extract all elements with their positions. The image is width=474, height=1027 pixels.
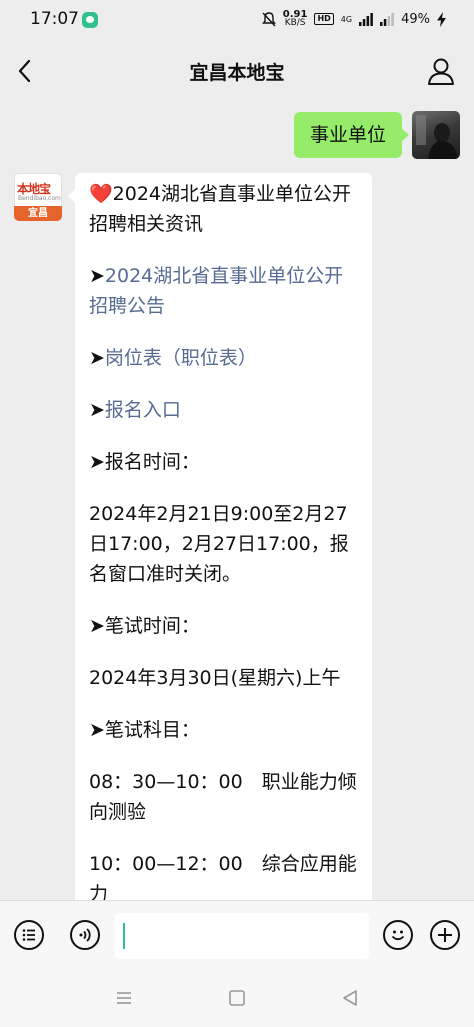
bell-muted-icon bbox=[261, 11, 276, 26]
signup-time-value: 2024年2月21日9:00至2月27日17:00，2月27日17:00，报名窗… bbox=[89, 503, 349, 585]
status-indicators: 0.91 KB/S HD 4G 49% bbox=[261, 10, 446, 28]
message-list[interactable]: 事业单位 本地宝 Bendibao.com 宜昌 ❤️2024湖北省直事业单位公… bbox=[0, 102, 474, 900]
incoming-message[interactable]: ❤️2024湖北省直事业单位公开招聘相关资讯 ➤2024湖北省直事业单位公开招聘… bbox=[68, 173, 372, 900]
plus-button[interactable] bbox=[430, 920, 460, 950]
message-input[interactable] bbox=[115, 913, 369, 959]
signup-time-label-text: 报名时间： bbox=[104, 451, 200, 473]
positions-link[interactable]: 岗位表（职位表） bbox=[105, 347, 257, 369]
status-bar: 17:07 0.91 KB/S HD 4G 49% bbox=[0, 0, 474, 40]
hd-badge: HD bbox=[314, 13, 334, 25]
subjects-label: ➤笔试科目： bbox=[89, 715, 360, 745]
outgoing-message[interactable]: 事业单位 bbox=[293, 112, 410, 158]
charging-icon bbox=[437, 11, 446, 27]
voice-button[interactable] bbox=[70, 920, 100, 950]
arrow-icon: ➤ bbox=[89, 265, 105, 287]
network-speed: 0.91 KB/S bbox=[283, 10, 308, 28]
wechat-notification-icon bbox=[82, 12, 98, 28]
user-avatar[interactable] bbox=[412, 111, 460, 159]
status-time: 17:07 bbox=[30, 9, 79, 29]
input-bar bbox=[0, 900, 474, 973]
menu-list-icon bbox=[22, 929, 35, 941]
subject-1: 08：30—10：00 职业能力倾向测验 bbox=[89, 771, 357, 823]
person-icon[interactable] bbox=[426, 56, 456, 86]
battery-percent: 49% bbox=[401, 11, 430, 27]
speed-unit: KB/S bbox=[284, 18, 306, 28]
plus-icon bbox=[438, 928, 452, 942]
subject-2: 10：00—12：00 综合应用能力 bbox=[89, 853, 357, 900]
exam-time-value: 2024年3月30日(星期六)上午 bbox=[89, 667, 341, 689]
emoji-button[interactable] bbox=[383, 920, 413, 950]
arrow-icon: ➤ bbox=[89, 451, 105, 473]
signal-2-icon bbox=[380, 12, 394, 26]
exam-time-label-text: 笔试时间： bbox=[104, 615, 200, 637]
text-caret bbox=[123, 923, 125, 949]
heart-icon: ❤️ bbox=[89, 183, 113, 205]
signal-icon bbox=[359, 12, 373, 26]
home-lines-icon[interactable] bbox=[114, 988, 134, 1008]
chat-title: 宜昌本地宝 bbox=[189, 62, 285, 84]
emoji-icon bbox=[391, 930, 405, 941]
signup-time-label: ➤报名时间： bbox=[89, 447, 360, 477]
announcement-link[interactable]: 2024湖北省直事业单位公开招聘公告 bbox=[89, 265, 343, 317]
square-icon[interactable] bbox=[227, 988, 247, 1008]
arrow-icon: ➤ bbox=[89, 399, 105, 421]
announcement-row: ➤2024湖北省直事业单位公开招聘公告 bbox=[89, 261, 360, 321]
signup-row: ➤报名入口 bbox=[89, 395, 360, 425]
avatar-photo bbox=[416, 115, 458, 159]
signup-link[interactable]: 报名入口 bbox=[105, 399, 181, 421]
headline: ❤️2024湖北省直事业单位公开招聘相关资讯 bbox=[89, 179, 360, 239]
logo-domain: Bendibao.com bbox=[18, 195, 61, 202]
menu-list-button[interactable] bbox=[14, 920, 44, 950]
arrow-icon: ➤ bbox=[89, 347, 105, 369]
voice-icon bbox=[79, 928, 91, 942]
arrow-icon: ➤ bbox=[89, 719, 105, 741]
bot-avatar[interactable]: 本地宝 Bendibao.com 宜昌 bbox=[14, 173, 62, 221]
arrow-icon: ➤ bbox=[89, 615, 105, 637]
logo-city: 宜昌 bbox=[14, 206, 62, 221]
headline-text: 2024湖北省直事业单位公开招聘相关资讯 bbox=[89, 183, 352, 235]
chat-header: 宜昌本地宝 bbox=[0, 40, 474, 102]
exam-time-label: ➤笔试时间： bbox=[89, 611, 360, 641]
subjects-label-text: 笔试科目： bbox=[104, 719, 200, 741]
system-nav-bar bbox=[0, 972, 474, 1027]
positions-row: ➤岗位表（职位表） bbox=[89, 343, 360, 373]
triangle-back-icon[interactable] bbox=[340, 988, 360, 1008]
signal-label: 4G bbox=[340, 14, 353, 24]
